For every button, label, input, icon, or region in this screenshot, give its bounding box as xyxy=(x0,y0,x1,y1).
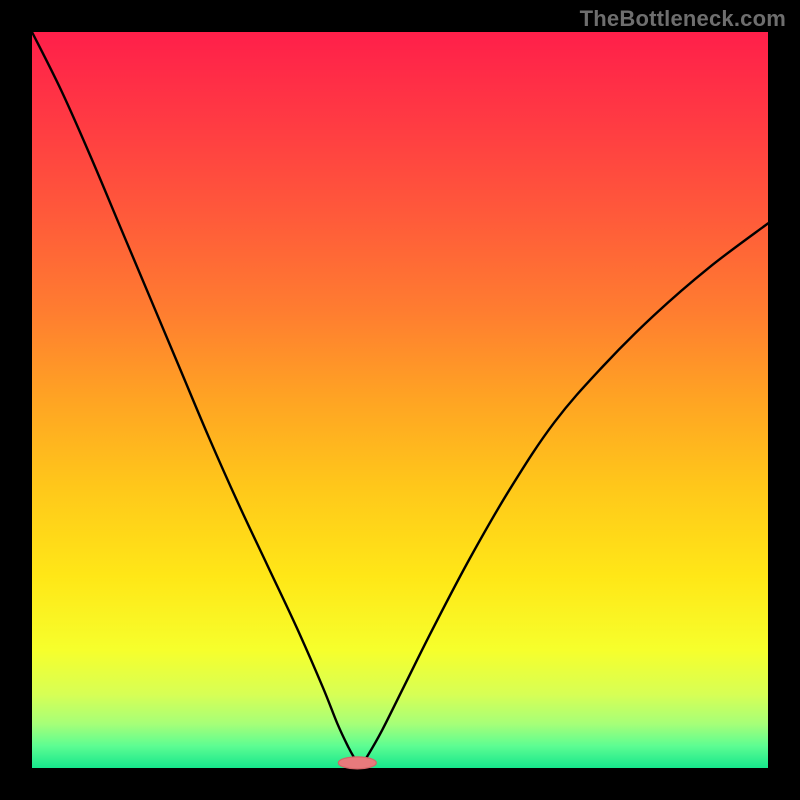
bottleneck-chart xyxy=(0,0,800,800)
optimum-marker xyxy=(338,757,376,769)
plot-background xyxy=(32,32,768,768)
watermark-label: TheBottleneck.com xyxy=(580,6,786,32)
chart-stage: { "watermark": "TheBottleneck.com", "col… xyxy=(0,0,800,800)
